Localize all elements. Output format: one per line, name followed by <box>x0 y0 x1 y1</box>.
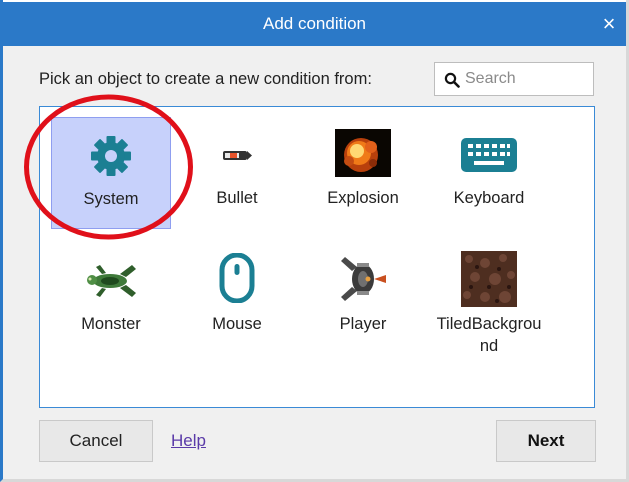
object-keyboard[interactable]: Keyboard <box>429 117 549 229</box>
monster-icon <box>87 265 136 297</box>
search-input[interactable] <box>465 63 589 95</box>
keyboard-icon <box>461 138 517 172</box>
close-button[interactable]: × <box>592 2 626 46</box>
player-ship-icon <box>341 257 386 301</box>
object-label: System <box>83 190 139 208</box>
object-system[interactable]: System <box>51 117 171 229</box>
search-box[interactable] <box>434 62 594 96</box>
object-label: Explosion <box>327 189 399 207</box>
mouse-icon <box>219 253 255 303</box>
object-monster[interactable]: Monster <box>51 243 171 355</box>
object-list: System Bullet Explosion Keyboard Monster… <box>39 106 595 408</box>
object-label: Bullet <box>216 189 258 207</box>
search-icon <box>444 72 460 88</box>
object-label: Keyboard <box>453 189 525 207</box>
object-mouse[interactable]: Mouse <box>177 243 297 355</box>
title-bar: Add condition × <box>3 0 626 46</box>
cancel-button[interactable]: Cancel <box>39 420 153 462</box>
prompt-label: Pick an object to create a new condition… <box>39 70 372 88</box>
dialog-title: Add condition <box>262 14 367 33</box>
object-player[interactable]: Player <box>303 243 423 355</box>
object-explosion[interactable]: Explosion <box>303 117 423 229</box>
object-tiled-background[interactable]: TiledBackground <box>429 243 549 355</box>
object-label: Monster <box>81 315 141 333</box>
object-label: TiledBackground <box>436 315 542 355</box>
close-icon: × <box>602 11 616 36</box>
tiled-background-icon <box>461 251 517 307</box>
add-condition-dialog: Add condition × Pick an object to create… <box>0 0 629 482</box>
gear-icon <box>91 136 131 176</box>
object-bullet[interactable]: Bullet <box>177 117 297 229</box>
object-label: Player <box>339 315 387 333</box>
object-label: Mouse <box>212 315 262 333</box>
explosion-icon <box>335 129 391 177</box>
help-link[interactable]: Help <box>171 431 206 451</box>
bullet-icon <box>223 151 252 160</box>
next-button[interactable]: Next <box>496 420 596 462</box>
